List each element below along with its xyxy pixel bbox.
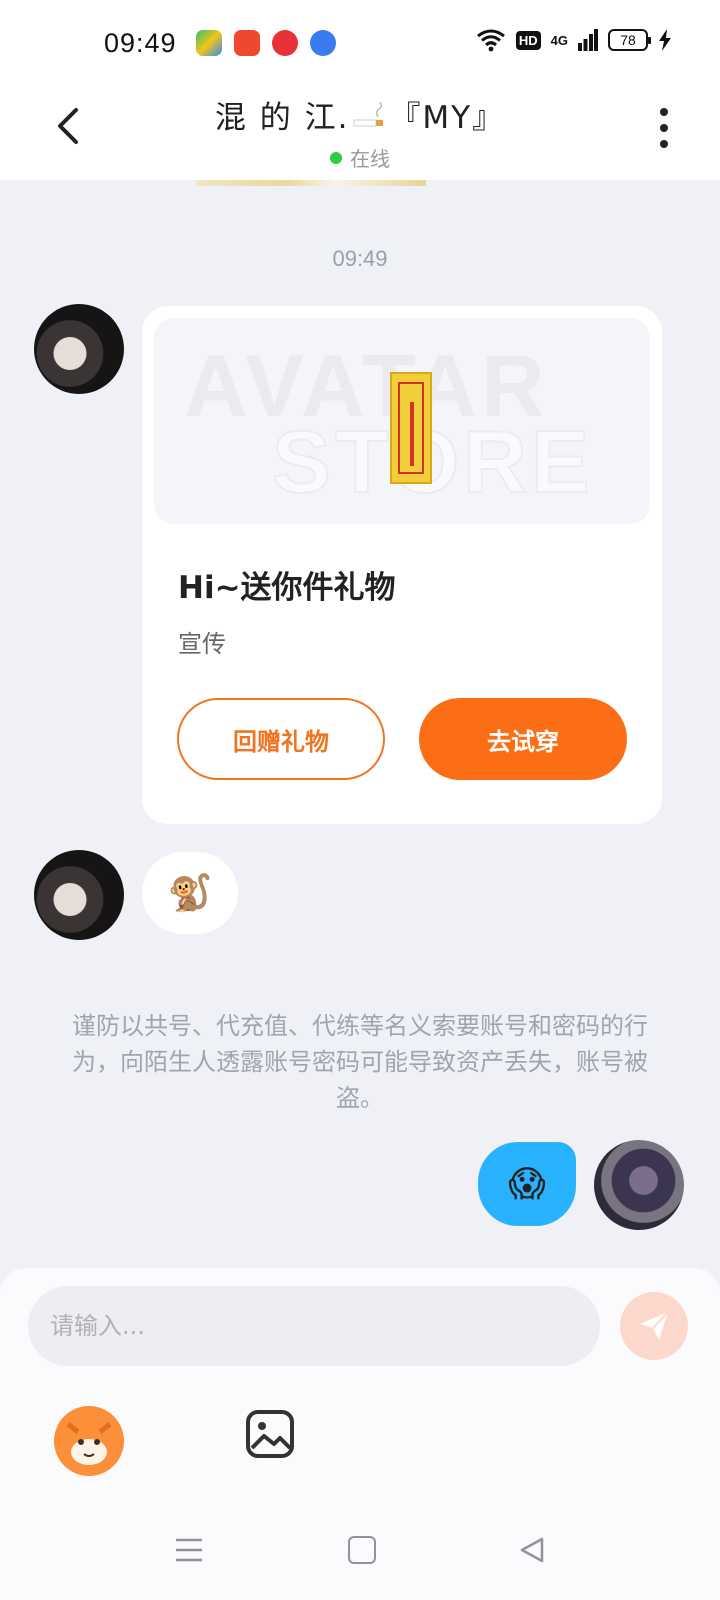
contact-avatar[interactable] — [34, 850, 124, 940]
hd-badge: HD — [515, 30, 541, 50]
talisman-gift-image — [390, 372, 432, 484]
browser-app-icon — [310, 30, 336, 56]
signal-icon — [578, 29, 598, 51]
send-icon — [640, 1311, 669, 1340]
chat-title-block: 混 的 江. 『MY』 在线 — [0, 92, 720, 172]
recent-apps-icon[interactable] — [174, 1536, 204, 1564]
nav-back-icon[interactable] — [518, 1536, 546, 1564]
gift-subtitle: 宣传 — [178, 630, 226, 658]
chat-title-suffix: 『MY』 — [389, 100, 506, 136]
security-warning: 谨防以共号、代充值、代练等名义索要账号和密码的行为，向陌生人透露账号密码可能导致… — [72, 1012, 648, 1112]
send-button[interactable] — [620, 1292, 688, 1360]
contact-avatar[interactable] — [34, 304, 124, 394]
sent-emoji-bubble[interactable]: 😱 — [478, 1142, 576, 1226]
try-on-button[interactable]: 去试穿 — [419, 698, 627, 780]
network-type: 4G — [550, 32, 568, 48]
online-status: 在线 — [0, 143, 720, 172]
my-avatar[interactable] — [594, 1140, 684, 1230]
online-dot-icon — [330, 151, 342, 164]
more-options-icon[interactable] — [652, 104, 676, 152]
chat-title: 混 的 江. 『MY』 — [215, 92, 505, 137]
gift-message-card[interactable]: AVATAR STORE Hi~送你件礼物 宣传 回赠礼物 去试穿 — [142, 306, 662, 824]
status-time: 09:49 — [104, 28, 177, 58]
status-indicators: HD 4G 78 — [476, 28, 672, 52]
online-status-label: 在线 — [350, 147, 390, 171]
gift-title: Hi~送你件礼物 — [178, 570, 396, 606]
wifi-icon — [476, 29, 505, 52]
battery-indicator: 78 — [608, 29, 651, 51]
screaming-face-emoji: 😱 — [508, 1163, 546, 1205]
image-picker-icon[interactable] — [244, 1408, 296, 1460]
message-input[interactable] — [28, 1286, 600, 1366]
chat-header: 混 的 江. 『MY』 在线 — [0, 88, 720, 180]
status-bar: 09:49 HD 4G 78 — [0, 0, 720, 88]
shopping-app-icon — [234, 30, 260, 56]
return-gift-button[interactable]: 回赠礼物 — [177, 698, 385, 780]
message-timestamp: 09:49 — [332, 246, 388, 271]
mascot-face-icon — [63, 1418, 115, 1470]
system-navigation-bar — [0, 1508, 720, 1600]
banner-watermark-bottom: STORE — [271, 412, 594, 511]
video-app-icon — [196, 30, 222, 56]
received-emoji-bubble[interactable]: 🐒 — [142, 852, 238, 934]
notification-icons — [196, 30, 336, 56]
previous-message-edge — [196, 180, 426, 186]
sticker-button[interactable] — [54, 1406, 124, 1476]
gift-banner: AVATAR STORE — [154, 318, 650, 524]
charging-icon — [659, 29, 671, 51]
chat-title-name: 混 的 江. — [214, 100, 350, 136]
cigarette-icon — [353, 101, 384, 126]
play-app-icon — [272, 30, 298, 56]
monkey-emoji: 🐒 — [167, 873, 213, 914]
home-icon[interactable] — [348, 1536, 376, 1564]
battery-level: 78 — [620, 32, 636, 48]
